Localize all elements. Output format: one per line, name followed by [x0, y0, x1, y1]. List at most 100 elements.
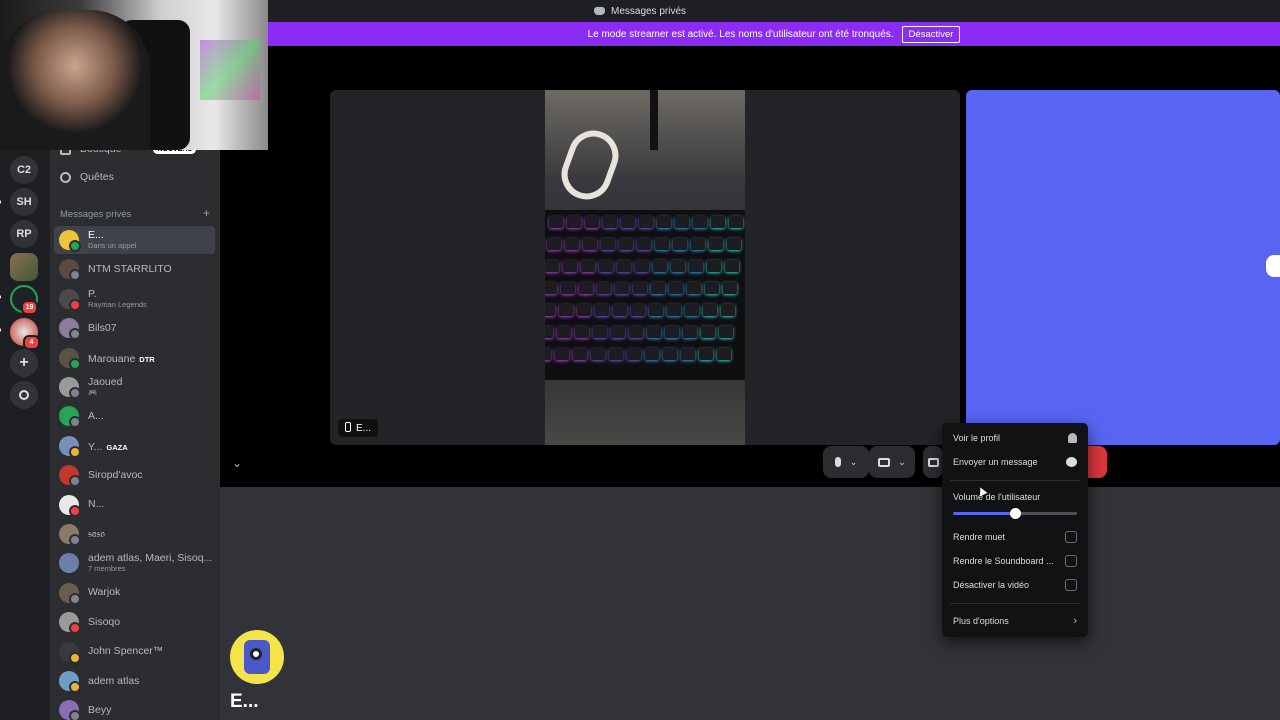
dm-item[interactable]: 𝔰𝔞𝔰𝔬 [54, 520, 215, 548]
server-image-3[interactable]: 4 [10, 318, 40, 350]
video-tile-self[interactable] [966, 90, 1280, 445]
dm-text: Sisoqo [88, 616, 120, 628]
disable-streamer-mode-button[interactable]: Désactiver [901, 25, 961, 43]
server-c2[interactable]: C2 [10, 156, 38, 184]
keyboard-key [685, 304, 699, 316]
dm-avatar [59, 700, 81, 720]
camera-button[interactable]: ⌄ [869, 446, 915, 478]
dm-item[interactable]: E... Dans un appel [54, 226, 215, 254]
status-indicator [69, 475, 81, 488]
dm-item[interactable]: N... [54, 491, 215, 519]
dm-name: Jaoued [88, 376, 123, 388]
keyboard-key [611, 326, 625, 338]
status-indicator [69, 681, 81, 693]
keyboard-key [649, 304, 663, 316]
soundboard-checkbox[interactable] [1065, 555, 1077, 567]
menu-send-message[interactable]: Envoyer un message [953, 457, 1077, 467]
keyboard-key [561, 282, 575, 294]
dm-avatar [59, 641, 81, 664]
mic-button[interactable]: ⌄ [823, 446, 869, 478]
dm-avatar [59, 494, 81, 517]
keyboard-key [691, 238, 705, 250]
keyboard-key [673, 238, 687, 250]
add-server-button[interactable]: + [10, 349, 38, 377]
dm-name: adem atlas, Maeri, Sisoq... [88, 552, 213, 565]
keyboard-key [629, 326, 643, 338]
menu-mute-soundboard[interactable]: Rendre le Soundboard ... [953, 555, 1077, 567]
server-rp[interactable]: RP [10, 220, 38, 248]
keyboard-key [601, 238, 615, 250]
dm-text: Bils07 [88, 322, 117, 334]
dm-subtitle: 7 membres [88, 564, 126, 574]
keyboard-key [559, 304, 573, 316]
chevron-right-icon: › [1073, 615, 1077, 627]
user-icon [1068, 433, 1077, 443]
profile-name: E... [230, 691, 259, 712]
chevron-down-icon[interactable]: ⌄ [850, 457, 858, 468]
nav-quetes[interactable]: Quêtes [60, 171, 114, 183]
dm-item[interactable]: Sisoqo [54, 608, 215, 636]
discover-button[interactable] [10, 381, 38, 409]
server-image-1[interactable] [10, 253, 38, 281]
screen-share-button[interactable] [923, 446, 943, 478]
dm-text: 𝔰𝔞𝔰𝔬 [88, 528, 105, 540]
chevron-down-icon[interactable]: ⌄ [232, 456, 242, 470]
dm-item[interactable]: John Spencer™ [54, 638, 215, 666]
server-image-2[interactable]: 19 [10, 285, 38, 315]
dm-item[interactable]: Siropd'avoc [54, 461, 215, 489]
keyboard-key [545, 260, 559, 272]
dm-text: Marouane DTR [88, 349, 155, 367]
dm-item[interactable]: Beyy [54, 696, 215, 720]
user-volume-slider[interactable] [953, 508, 1077, 519]
dm-text: Siropd'avoc [88, 469, 143, 481]
keyboard-key [575, 326, 589, 338]
dm-item[interactable]: Jaoued 🎮 [54, 373, 215, 401]
keyboard-key [719, 326, 733, 338]
keyboard-key [637, 238, 651, 250]
dm-item[interactable]: Bils07 [54, 314, 215, 342]
cable-shape [554, 123, 626, 207]
video-tile-user[interactable]: E... ··· [330, 90, 960, 445]
dm-item[interactable]: Warjok [54, 579, 215, 607]
disable-video-checkbox[interactable] [1065, 579, 1077, 591]
keyboard-key [721, 304, 735, 316]
server-sh[interactable]: SH [10, 188, 38, 216]
keyboard-key [707, 260, 721, 272]
dm-item[interactable]: P. Rayman Legends [54, 285, 215, 313]
dm-item[interactable]: Y... GAZA [54, 432, 215, 460]
unread-indicator [0, 295, 1, 299]
keyboard-key [591, 348, 605, 360]
keyboard-key [653, 260, 667, 272]
dm-name: adem atlas [88, 674, 140, 687]
mute-checkbox[interactable] [1065, 531, 1077, 543]
call-area: E... ··· ⌄ ⌄ ⌄ [220, 46, 1280, 487]
dm-sidebar: Boutique NOUVEAU Quêtes Messages privés … [50, 140, 220, 720]
keyboard-key [663, 348, 677, 360]
chevron-down-icon[interactable]: ⌄ [898, 457, 906, 468]
menu-more-options[interactable]: Plus d'options › [953, 615, 1077, 627]
keyboard-key [729, 216, 743, 228]
menu-disable-video[interactable]: Désactiver la vidéo [953, 579, 1077, 591]
profile-avatar[interactable] [230, 630, 284, 684]
tile-username: E... [356, 423, 372, 434]
dm-name: A... [88, 409, 104, 422]
keyboard-key [615, 282, 629, 294]
keyboard-key [725, 260, 739, 272]
menu-mute[interactable]: Rendre muet [953, 531, 1077, 543]
menu-volume-label: Volume de l'utilisateur [953, 492, 1077, 502]
keyboard-key [699, 348, 713, 360]
mention-badge: 19 [21, 300, 38, 315]
keyboard-key [671, 260, 685, 272]
keyboard-key [565, 238, 579, 250]
dm-item[interactable]: NTM STARRLITO [54, 255, 215, 283]
dm-text: N... [88, 499, 104, 510]
keyboard-key [603, 216, 617, 228]
dm-item[interactable]: A... [54, 402, 215, 430]
dm-item[interactable]: adem atlas [54, 667, 215, 695]
menu-label: Rendre muet [953, 532, 1006, 542]
dm-item[interactable]: Marouane DTR [54, 344, 215, 372]
create-dm-button[interactable]: + [203, 207, 210, 220]
dm-item[interactable]: adem atlas, Maeri, Sisoq... 7 membres [54, 549, 215, 577]
menu-view-profile[interactable]: Voir le profil [953, 433, 1077, 443]
volume-slider-knob[interactable] [1010, 508, 1021, 519]
